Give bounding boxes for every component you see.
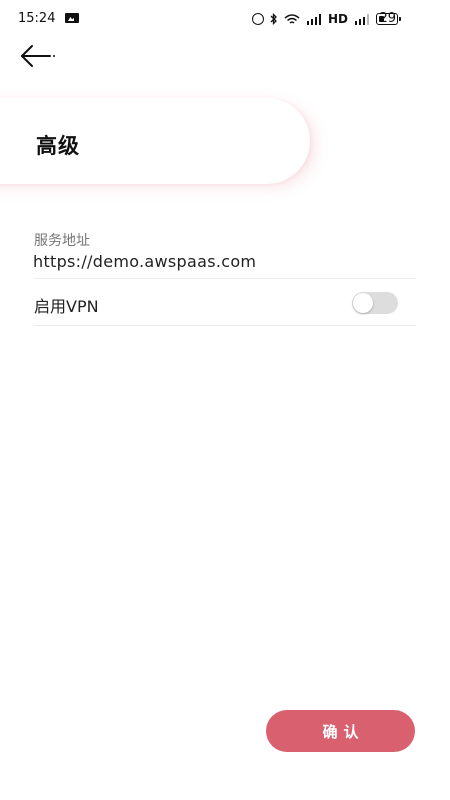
bluetooth-icon	[270, 12, 278, 26]
divider	[34, 325, 416, 326]
status-icons: HD	[251, 11, 401, 27]
screenshot-notification-icon	[65, 13, 79, 23]
cellular-signal-icon	[306, 13, 322, 25]
toggle-knob	[353, 293, 373, 313]
confirm-button[interactable]: 确认	[266, 710, 415, 752]
service-address-input[interactable]	[33, 252, 413, 271]
divider	[34, 278, 416, 279]
vpn-toggle[interactable]	[352, 292, 398, 314]
network-type-label: HD	[327, 12, 348, 26]
status-time: 15:24	[18, 11, 56, 26]
battery-level: 29	[379, 11, 396, 26]
advanced-settings-screen: 15:24 HD 29 高级 服务地址 https://demo.awspaas…	[0, 0, 450, 800]
cellular-signal-2-icon	[354, 13, 370, 25]
page-title: 高级	[36, 134, 80, 158]
wifi-icon	[284, 14, 300, 24]
back-button[interactable]	[18, 40, 58, 72]
alarm-icon	[251, 13, 264, 25]
service-address-label: 服务地址	[34, 233, 90, 249]
vpn-label: 启用VPN	[34, 297, 99, 316]
arrow-left-icon	[21, 45, 55, 67]
status-bar: 15:24 HD 29	[0, 0, 450, 36]
